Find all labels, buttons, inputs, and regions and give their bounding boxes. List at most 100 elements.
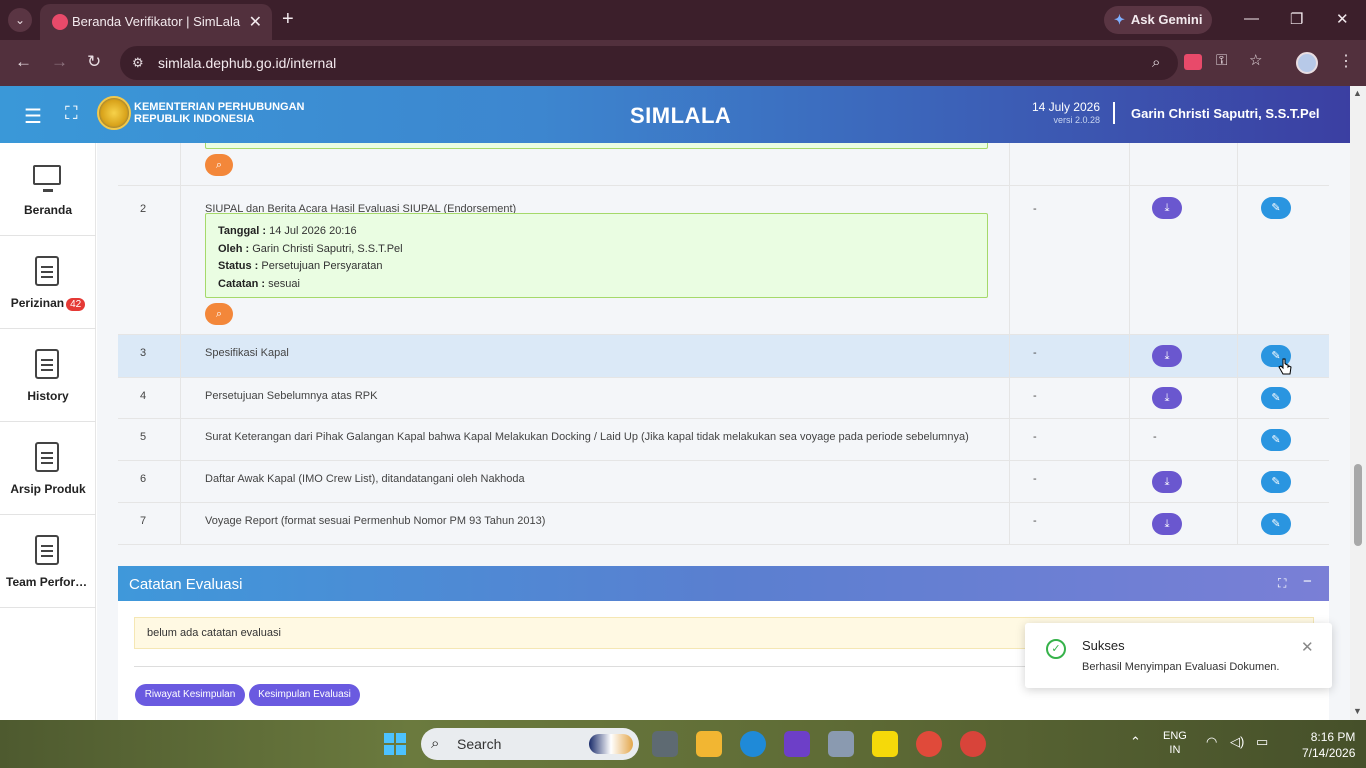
ministry-name: KEMENTERIAN PERHUBUNGAN REPUBLIK INDONES…	[134, 101, 305, 125]
column-divider	[180, 143, 181, 545]
profile-avatar[interactable]	[1296, 52, 1318, 74]
scroll-thumb[interactable]	[1354, 464, 1362, 546]
sidebar: Beranda Perizinan 42 History Arsip Produk…	[0, 143, 96, 720]
download-button[interactable]: ⤓	[1152, 197, 1182, 219]
edit-button[interactable]: ✎	[1261, 197, 1291, 219]
camera-icon[interactable]	[828, 731, 854, 757]
toast-close-icon[interactable]: ✕	[1301, 638, 1314, 656]
expand-icon[interactable]: ⛶	[1278, 576, 1286, 591]
maximize-icon[interactable]: ❐	[1290, 10, 1303, 28]
table-row: 7 Voyage Report (format sesuai Permenhub…	[118, 503, 1329, 545]
edit-button[interactable]: ✎	[1261, 429, 1291, 451]
back-icon[interactable]: ←	[15, 52, 32, 72]
sidebar-item-label: Perizinan 42	[0, 296, 96, 311]
document-icon	[35, 535, 59, 565]
info-status-label: Status :	[218, 260, 259, 272]
scroll-up-icon[interactable]: ▲	[1353, 88, 1362, 98]
sidebar-item-label: Arsip Produk	[10, 482, 86, 496]
show-hidden-icons-icon[interactable]: ⌃	[1130, 734, 1141, 750]
forward-icon[interactable]: →	[51, 52, 68, 72]
sidebar-item-team-performance[interactable]: Team Performance	[0, 515, 96, 608]
taskbar-search[interactable]: ⌕ Search	[421, 728, 639, 760]
app-icon[interactable]	[784, 731, 810, 757]
volume-icon[interactable]: ◁)	[1230, 734, 1244, 750]
collapse-icon[interactable]: −	[1303, 573, 1312, 590]
search-icon[interactable]: ⌕	[205, 303, 233, 325]
row-number: 3	[140, 347, 147, 359]
tab-list-chevron-icon[interactable]: ⌄	[8, 8, 32, 32]
sidebar-item-beranda[interactable]: Beranda	[0, 143, 96, 236]
chrome-profile-icon[interactable]	[960, 731, 986, 757]
download-button[interactable]: ⤓	[1152, 345, 1182, 367]
edit-button[interactable]: ✎	[1261, 387, 1291, 409]
browser-menu-icon[interactable]: ⋮	[1338, 51, 1354, 71]
input-language[interactable]: ENG IN	[1163, 729, 1187, 757]
evaluation-title: Catatan Evaluasi	[129, 576, 243, 593]
battery-icon[interactable]: ▭	[1256, 734, 1268, 750]
file-explorer-icon[interactable]	[696, 731, 722, 757]
column-divider	[1009, 143, 1010, 545]
reload-icon[interactable]: ↻	[87, 52, 101, 72]
kesimpulan-evaluasi-button[interactable]: Kesimpulan Evaluasi	[249, 684, 360, 706]
sticky-notes-icon[interactable]	[872, 731, 898, 757]
bookmark-star-icon[interactable]: ☆	[1249, 51, 1262, 69]
app-title: SIMLALA	[630, 103, 732, 128]
address-url[interactable]: simlala.dephub.go.id/internal	[158, 55, 336, 71]
system-clock[interactable]: 8:16 PM 7/14/2026	[1302, 729, 1355, 761]
info-catatan: Catatan : sesuai	[218, 276, 975, 294]
chrome-icon[interactable]	[916, 731, 942, 757]
search-icon[interactable]: ⌕	[205, 154, 233, 176]
riwayat-kesimpulan-button[interactable]: Riwayat Kesimpulan	[135, 684, 245, 706]
sidebar-item-history[interactable]: History	[0, 329, 96, 422]
new-tab-icon[interactable]: +	[282, 8, 294, 30]
notification-badge: 42	[66, 298, 86, 311]
toast-title: Sukses	[1082, 638, 1125, 653]
password-key-icon[interactable]: ⚿	[1216, 52, 1227, 69]
tab-title: Beranda Verifikator | SimLala	[72, 14, 241, 29]
browser-tab[interactable]: Beranda Verifikator | SimLala ✕	[40, 4, 272, 40]
sidebar-item-label: Beranda	[23, 203, 73, 217]
fullscreen-icon[interactable]: ⛶	[65, 103, 78, 124]
download-button[interactable]: ⤓	[1152, 471, 1182, 493]
document-name: Surat Keterangan dari Pihak Galangan Kap…	[205, 431, 969, 443]
edit-button[interactable]: ✎	[1261, 471, 1291, 493]
browser-toolbar: ← → ↻ ⚙ simlala.dephub.go.id/internal ⌕ …	[0, 40, 1366, 86]
lang-line-1: ENG	[1163, 730, 1187, 742]
info-tanggal-label: Tanggal :	[218, 225, 267, 237]
document-name: Voyage Report (format sesuai Permenhub N…	[205, 515, 546, 527]
column-divider	[1237, 143, 1238, 545]
zoom-icon[interactable]: ⌕	[1152, 54, 1160, 71]
hand-cursor-icon	[1278, 358, 1292, 375]
document-name: Spesifikasi Kapal	[205, 347, 289, 359]
sidebar-item-perizinan[interactable]: Perizinan 42	[0, 236, 96, 329]
ministry-line-1: KEMENTERIAN PERHUBUNGAN	[134, 101, 305, 113]
taskbar-search-placeholder: Search	[457, 736, 502, 752]
download-button[interactable]: ⤓	[1152, 387, 1182, 409]
edit-button[interactable]: ✎	[1261, 513, 1291, 535]
address-bar[interactable]: ⚙ simlala.dephub.go.id/internal ⌕	[120, 46, 1178, 80]
table-row: 2 SIUPAL dan Berita Acara Hasil Evaluasi…	[118, 186, 1329, 335]
page-scrollbar[interactable]: ▲ ▼	[1350, 86, 1366, 720]
edge-icon[interactable]	[740, 731, 766, 757]
check-circle-icon: ✓	[1046, 639, 1066, 659]
info-tanggal-value: 14 Jul 2026 20:16	[269, 225, 357, 237]
close-window-icon[interactable]: ✕	[1336, 10, 1349, 28]
hamburger-menu-icon[interactable]: ☰	[24, 104, 42, 129]
wifi-icon[interactable]: ◠	[1206, 734, 1217, 750]
scroll-down-icon[interactable]: ▼	[1353, 706, 1362, 716]
clock-date: 7/14/2026	[1302, 746, 1356, 760]
install-app-icon[interactable]	[1184, 54, 1202, 70]
windows-start-icon[interactable]	[384, 733, 406, 755]
tab-close-icon[interactable]: ✕	[249, 12, 262, 32]
app-version: versi 2.0.28	[1053, 115, 1100, 125]
user-name[interactable]: Garin Christi Saputri, S.S.T.Pel	[1131, 106, 1320, 121]
download-button[interactable]: ⤓	[1152, 513, 1182, 535]
sidebar-item-arsip-produk[interactable]: Arsip Produk	[0, 422, 96, 515]
ask-gemini-button[interactable]: ✦ Ask Gemini	[1104, 6, 1212, 34]
row-number: 4	[140, 390, 147, 402]
minimize-icon[interactable]: —	[1244, 10, 1259, 27]
app-header: ☰ ⛶ KEMENTERIAN PERHUBUNGAN REPUBLIK IND…	[0, 86, 1350, 143]
site-info-icon[interactable]: ⚙	[132, 55, 144, 71]
document-name: Persetujuan Sebelumnya atas RPK	[205, 390, 378, 402]
task-view-icon[interactable]	[652, 731, 678, 757]
